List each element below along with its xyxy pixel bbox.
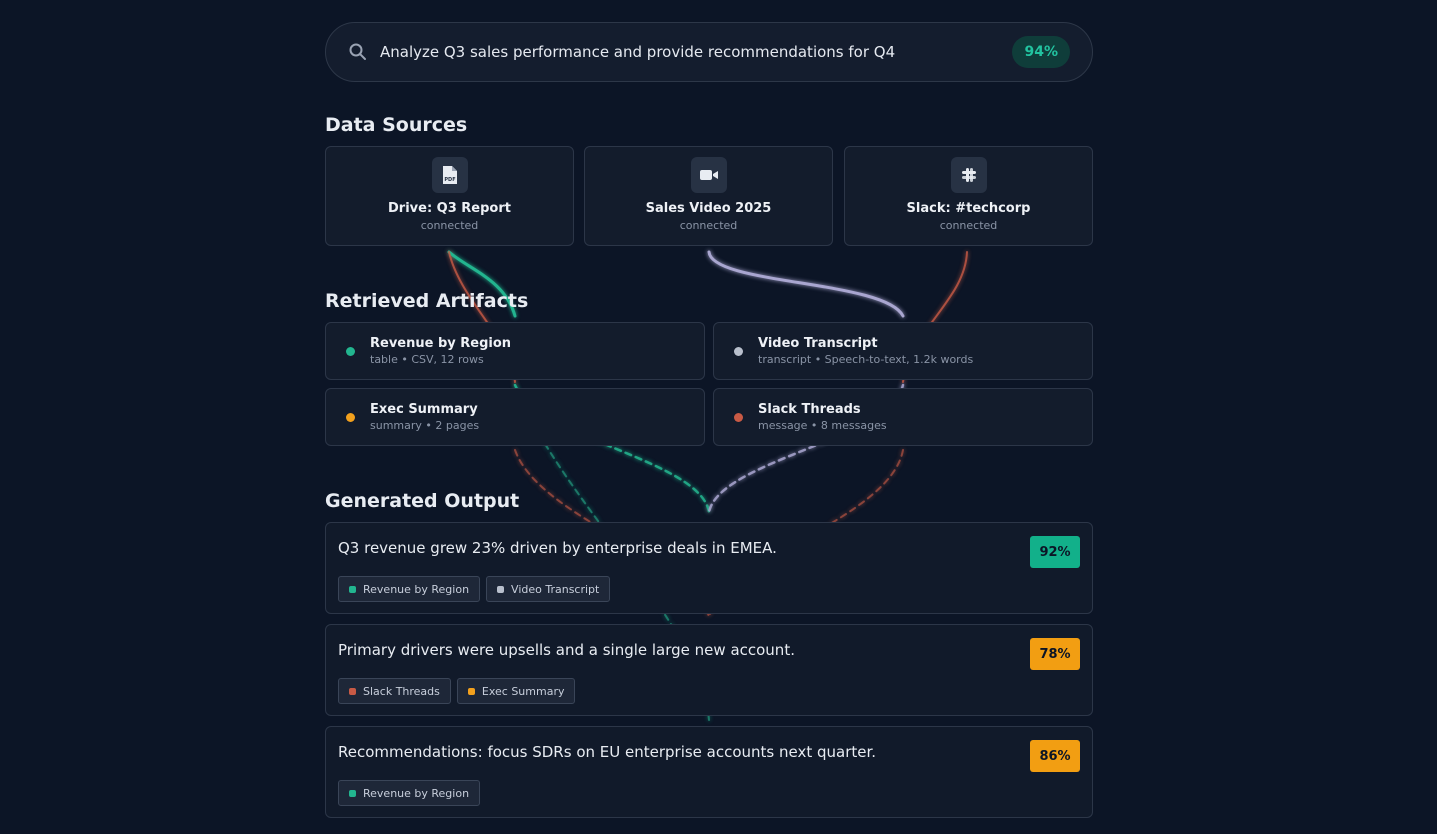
artifact-name: Exec Summary (370, 402, 478, 417)
rag-trace-view: Analyze Q3 sales performance and provide… (0, 0, 1437, 834)
confidence-badge: 92% (1030, 536, 1080, 568)
citation-chips: Revenue by Region Video Transcript (338, 576, 611, 602)
artifact-dot (734, 412, 743, 422)
source-status: connected (939, 219, 998, 232)
search-icon (349, 43, 366, 60)
artifact-dot (346, 346, 355, 356)
citation-chips: Slack Threads Exec Summary (338, 678, 576, 704)
source-status: connected (679, 219, 738, 232)
chip-label: Revenue by Region (363, 582, 470, 596)
source-name: Drive: Q3 Report (388, 201, 511, 216)
pdf-file-icon: PDF (431, 157, 468, 193)
section-title-sources: Data Sources (325, 114, 468, 136)
chip-label: Slack Threads (363, 684, 440, 698)
artifact-meta: transcript • Speech-to-text, 1.2k words (758, 353, 974, 366)
citation-chip[interactable]: Exec Summary (456, 678, 576, 704)
chip-label: Video Transcript (511, 582, 600, 596)
source-card-slack[interactable]: Slack: #techcorp connected (844, 146, 1093, 246)
confidence-badge: 86% (1030, 740, 1080, 772)
chip-dot (349, 687, 356, 695)
artifact-name: Slack Threads (758, 402, 861, 417)
confidence-badge: 78% (1030, 638, 1080, 670)
artifact-dot (734, 346, 743, 356)
query-score-badge: 94% (1012, 36, 1070, 68)
svg-text:PDF: PDF (444, 177, 455, 183)
artifact-card-exec-summary[interactable]: Exec Summary summary • 2 pages (325, 388, 705, 446)
citation-chips: Revenue by Region (338, 780, 481, 806)
artifact-name: Video Transcript (758, 336, 878, 351)
section-title-output: Generated Output (325, 490, 520, 512)
query-bar[interactable]: Analyze Q3 sales performance and provide… (325, 22, 1093, 82)
artifact-meta: summary • 2 pages (370, 419, 480, 432)
output-card-1[interactable]: Q3 revenue grew 23% driven by enterprise… (325, 522, 1093, 614)
query-text: Analyze Q3 sales performance and provide… (380, 43, 896, 61)
citation-chip[interactable]: Revenue by Region (338, 576, 481, 602)
output-text: Primary drivers were upsells and a singl… (338, 641, 795, 659)
artifact-dot (346, 412, 355, 422)
citation-chip[interactable]: Slack Threads (338, 678, 451, 704)
output-card-2[interactable]: Primary drivers were upsells and a singl… (325, 624, 1093, 716)
source-name: Sales Video 2025 (645, 201, 772, 216)
source-name: Slack: #techcorp (906, 201, 1031, 216)
artifact-name: Revenue by Region (370, 336, 512, 351)
citation-chip[interactable]: Video Transcript (486, 576, 611, 602)
source-card-drive[interactable]: PDF Drive: Q3 Report connected (325, 146, 574, 246)
artifact-meta: table • CSV, 12 rows (370, 353, 484, 366)
chip-dot (467, 687, 475, 695)
artifact-meta: message • 8 messages (758, 419, 887, 432)
artifact-card-slack-threads[interactable]: Slack Threads message • 8 messages (713, 388, 1093, 446)
source-status: connected (420, 219, 479, 232)
section-title-artifacts: Retrieved Artifacts (325, 290, 529, 312)
output-text: Q3 revenue grew 23% driven by enterprise… (338, 539, 777, 557)
chip-dot (349, 789, 356, 797)
citation-chip[interactable]: Revenue by Region (338, 780, 481, 806)
flow-video-to-transcript (707, 250, 905, 318)
chip-dot (349, 585, 356, 593)
output-card-3[interactable]: Recommendations: focus SDRs on EU enterp… (325, 726, 1093, 818)
chip-label: Exec Summary (481, 684, 565, 698)
chip-label: Revenue by Region (363, 786, 470, 800)
source-card-video[interactable]: Sales Video 2025 connected (584, 146, 833, 246)
artifact-card-transcript[interactable]: Video Transcript transcript • Speech-to-… (713, 322, 1093, 380)
output-text: Recommendations: focus SDRs on EU enterp… (338, 743, 877, 761)
video-camera-icon (690, 157, 727, 193)
artifact-card-revenue[interactable]: Revenue by Region table • CSV, 12 rows (325, 322, 705, 380)
slack-icon (950, 157, 987, 193)
chip-dot (497, 585, 505, 593)
